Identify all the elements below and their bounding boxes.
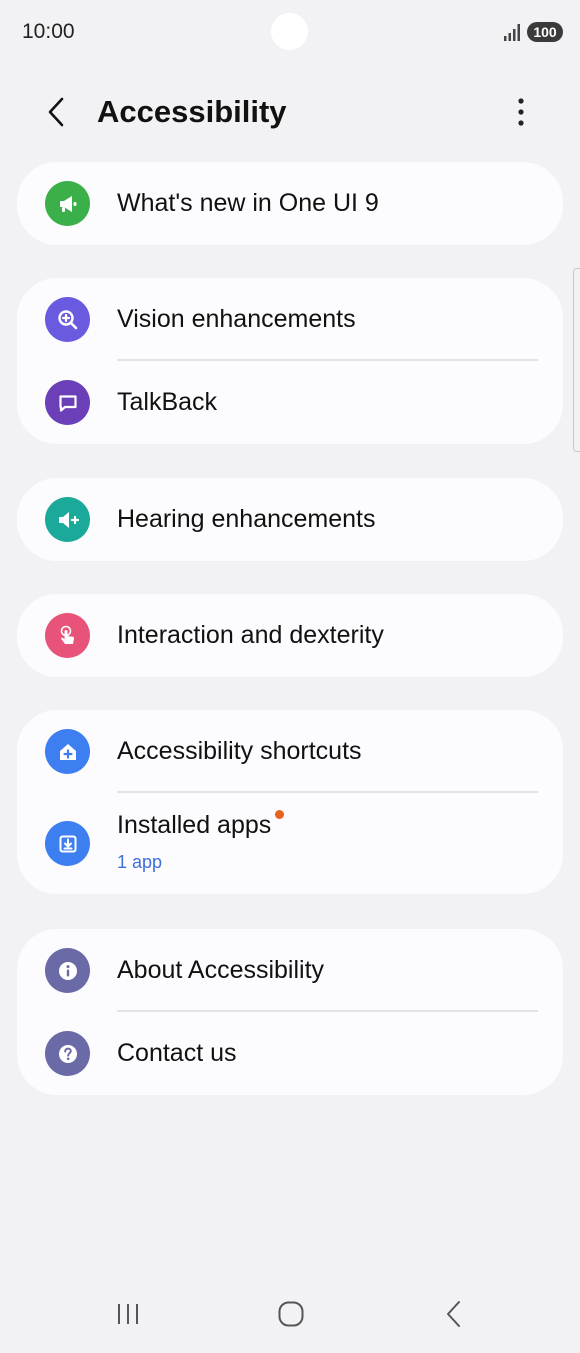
home-icon (276, 1299, 306, 1334)
back-icon (444, 1299, 464, 1334)
battery-badge: 100 (527, 22, 563, 42)
status-time: 10:00 (22, 20, 75, 43)
download-icon (45, 821, 90, 866)
camera-cutout (271, 13, 308, 50)
info-icon (45, 948, 90, 993)
card-vision: Vision enhancements TalkBack (17, 278, 563, 444)
menu-item-accessibility-shortcuts[interactable]: Accessibility shortcuts (17, 710, 563, 793)
menu-item-label: Contact us (117, 1039, 237, 1067)
card-hearing: Hearing enhancements (17, 478, 563, 561)
menu-item-contact-us[interactable]: Contact us (17, 1012, 563, 1095)
menu-item-label: Installed apps (117, 810, 285, 840)
card-whats-new: What's new in One UI 9 (17, 162, 563, 245)
new-badge-dot (275, 810, 285, 819)
menu-item-whats-new[interactable]: What's new in One UI 9 (17, 162, 563, 245)
chat-bubble-icon (45, 380, 90, 425)
touch-hand-icon (45, 613, 90, 658)
signal-icon (502, 22, 522, 42)
menu-item-label: Vision enhancements (117, 305, 356, 333)
menu-item-interaction-dexterity[interactable]: Interaction and dexterity (17, 594, 563, 677)
installed-apps-label: Installed apps (117, 811, 272, 839)
home-plus-icon (45, 729, 90, 774)
page-title: Accessibility (97, 94, 287, 129)
question-icon (45, 1031, 90, 1076)
status-bar: 10:00 100 (0, 0, 580, 64)
chevron-left-icon (45, 96, 67, 133)
megaphone-icon (45, 181, 90, 226)
navigation-bar (0, 1280, 580, 1353)
menu-item-vision-enhancements[interactable]: Vision enhancements (17, 278, 563, 361)
more-options-button[interactable] (502, 94, 540, 134)
card-about: About Accessibility Contact us (17, 929, 563, 1095)
app-header: Accessibility (0, 80, 580, 148)
card-interaction: Interaction and dexterity (17, 594, 563, 677)
menu-item-label: About Accessibility (117, 956, 325, 984)
menu-item-subtitle: 1 app (117, 852, 163, 872)
zoom-in-icon (45, 297, 90, 342)
back-button[interactable] (36, 94, 76, 134)
menu-item-label: What's new in One UI 9 (117, 189, 379, 217)
menu-item-hearing-enhancements[interactable]: Hearing enhancements (17, 478, 563, 561)
menu-item-installed-apps[interactable]: Installed apps 1 app (17, 793, 563, 894)
menu-item-about-accessibility[interactable]: About Accessibility (17, 929, 563, 1012)
menu-item-talkback[interactable]: TalkBack (17, 361, 563, 444)
scrollbar[interactable] (573, 268, 580, 452)
menu-item-label: TalkBack (117, 388, 218, 416)
menu-item-label: Interaction and dexterity (117, 621, 384, 649)
menu-item-label: Accessibility shortcuts (117, 737, 362, 765)
speaker-plus-icon (45, 497, 90, 542)
more-vertical-icon (517, 97, 525, 132)
home-button[interactable] (261, 1294, 321, 1338)
recents-button[interactable] (98, 1294, 158, 1338)
menu-item-label: Hearing enhancements (117, 505, 376, 533)
recents-icon (115, 1301, 141, 1332)
nav-back-button[interactable] (424, 1294, 484, 1338)
card-shortcuts: Accessibility shortcuts Installed apps 1… (17, 710, 563, 894)
